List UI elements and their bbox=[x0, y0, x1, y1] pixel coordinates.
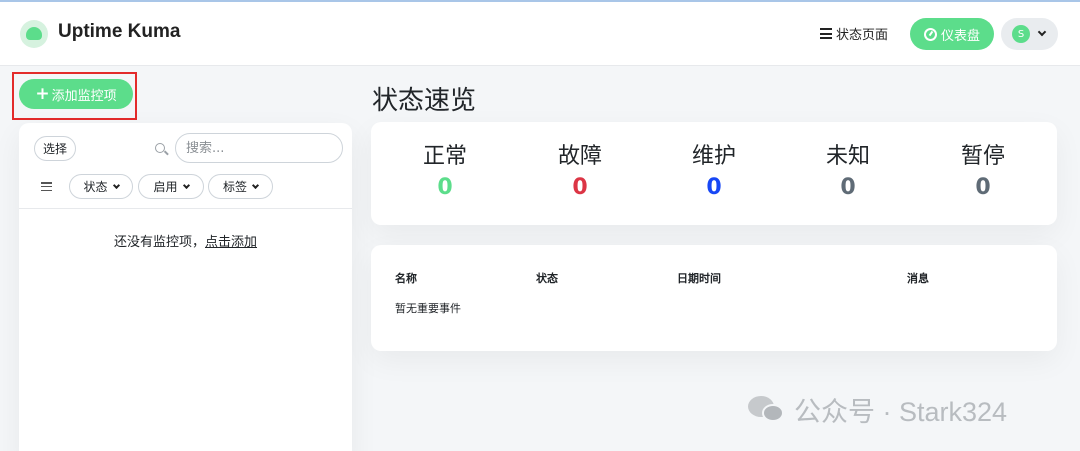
stat-unknown-label: 未知 bbox=[825, 144, 870, 169]
no-events-message: 暂无重要事件 bbox=[395, 302, 461, 315]
filter-menu-icon[interactable] bbox=[41, 182, 52, 191]
column-header-datetime: 日期时间 bbox=[677, 272, 721, 285]
add-monitor-link[interactable]: 点击添加 bbox=[205, 235, 257, 250]
stat-up-value: 0 bbox=[437, 175, 453, 200]
tachometer-icon bbox=[923, 27, 937, 41]
stat-down-label: 故障 bbox=[557, 144, 602, 169]
page-title: 状态速览 bbox=[372, 86, 477, 116]
stat-down: 故障 0 bbox=[520, 138, 640, 200]
monitor-list-panel: 选择 状态 启用 标签 还没有监控项，点击添加 bbox=[19, 123, 352, 451]
column-header-message: 消息 bbox=[907, 272, 929, 285]
filter-tags-label: 标签 bbox=[222, 180, 247, 194]
list-icon bbox=[820, 28, 832, 39]
status-page-link[interactable]: 状态页面 bbox=[820, 24, 888, 43]
stat-pause: 暂停 0 bbox=[923, 138, 1043, 200]
stat-pause-value: 0 bbox=[975, 175, 991, 200]
top-header: Uptime Kuma 状态页面 仪表盘 S bbox=[0, 2, 1080, 66]
plus-icon: + bbox=[35, 83, 50, 104]
dashboard-label: 仪表盘 bbox=[940, 28, 980, 44]
search-icon bbox=[155, 143, 165, 153]
stat-pause-label: 暂停 bbox=[960, 144, 1005, 169]
empty-monitor-message: 还没有监控项，点击添加 bbox=[19, 231, 352, 250]
stat-unknown: 未知 0 bbox=[788, 138, 908, 200]
avatar: S bbox=[1012, 25, 1030, 43]
empty-text: 还没有监控项， bbox=[113, 235, 205, 250]
filter-active-dropdown[interactable]: 启用 bbox=[138, 174, 204, 199]
search-input[interactable] bbox=[175, 133, 343, 163]
wechat-icon bbox=[748, 394, 786, 426]
status-page-label: 状态页面 bbox=[836, 28, 889, 43]
uptime-kuma-logo-icon[interactable] bbox=[20, 20, 48, 48]
dashboard-button[interactable]: 仪表盘 bbox=[910, 18, 994, 50]
filter-status-label: 状态 bbox=[83, 180, 108, 194]
add-monitor-label: 添加监控项 bbox=[51, 88, 117, 104]
chevron-down-icon bbox=[112, 181, 120, 189]
chevron-down-icon bbox=[1037, 27, 1047, 37]
watermark-text: 公众号 · Stark324 bbox=[794, 397, 1008, 427]
important-events-card: 名称 状态 日期时间 消息 暂无重要事件 bbox=[371, 245, 1057, 351]
watermark: 公众号 · Stark324 bbox=[748, 390, 1007, 429]
chevron-down-icon bbox=[251, 181, 260, 189]
stat-maintenance: 维护 0 bbox=[654, 138, 774, 200]
stat-up: 正常 0 bbox=[385, 138, 505, 200]
filter-tags-dropdown[interactable]: 标签 bbox=[208, 174, 273, 199]
column-header-name: 名称 bbox=[395, 272, 417, 285]
add-monitor-button[interactable]: + 添加监控项 bbox=[19, 79, 133, 109]
divider bbox=[19, 208, 352, 209]
stat-unknown-value: 0 bbox=[840, 175, 856, 200]
stat-down-value: 0 bbox=[572, 175, 588, 200]
app-title[interactable]: Uptime Kuma bbox=[58, 21, 180, 43]
profile-dropdown-button[interactable]: S bbox=[1001, 18, 1058, 50]
chevron-down-icon bbox=[182, 181, 190, 189]
filter-active-label: 启用 bbox=[153, 180, 178, 194]
filter-status-dropdown[interactable]: 状态 bbox=[69, 174, 133, 199]
stat-maintenance-value: 0 bbox=[706, 175, 722, 200]
stat-up-label: 正常 bbox=[422, 144, 467, 169]
select-button[interactable]: 选择 bbox=[34, 136, 76, 161]
column-header-status: 状态 bbox=[536, 272, 558, 285]
stats-overview-card: 正常 0 故障 0 维护 0 未知 0 暂停 0 bbox=[371, 122, 1057, 225]
stat-maintenance-label: 维护 bbox=[691, 144, 736, 169]
